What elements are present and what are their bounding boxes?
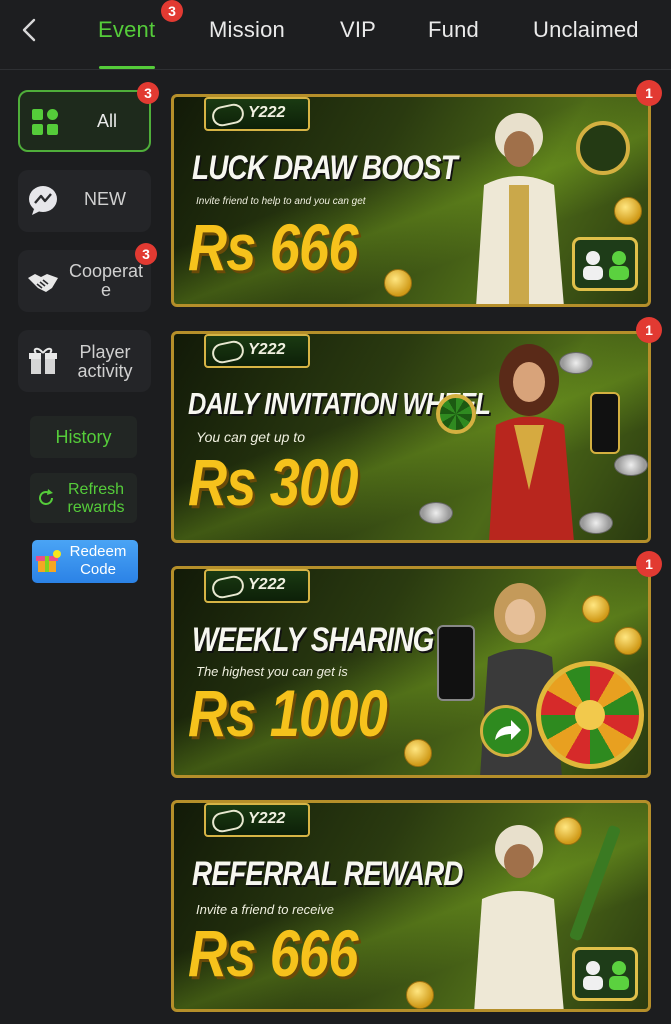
tab-mission[interactable]: Mission (209, 17, 285, 43)
brand-name: Y222 (248, 810, 286, 827)
banner-daily-invitation-wheel[interactable]: Y222 DAILY INVITATION WHEEL You can get … (171, 331, 651, 543)
coin-icon (554, 817, 582, 845)
sidebar-cooperate-badge: 3 (135, 243, 157, 265)
sidebar-all-badge: 3 (137, 82, 159, 104)
chip-icon (419, 502, 453, 524)
character-illustration (464, 107, 574, 304)
wheel-icon (436, 394, 476, 434)
refresh-icon (36, 488, 56, 508)
brand-logo: Y222 (204, 803, 310, 837)
banner-title: WEEKLY SHARING (192, 621, 434, 659)
grid-icon (28, 105, 62, 139)
logo-swoosh (210, 573, 246, 601)
sidebar-item-cooperate[interactable]: Cooperat e (18, 250, 151, 312)
tab-event-badge: 3 (161, 0, 183, 22)
banner-amount: Rs 666 (188, 916, 358, 990)
refresh-rewards-label: Refresh rewards (67, 481, 125, 516)
coin-icon (404, 739, 432, 767)
coin-icon (406, 981, 434, 1009)
gift-box-icon (35, 548, 63, 576)
messenger-icon (26, 183, 60, 217)
back-chevron-icon[interactable] (16, 14, 44, 46)
tab-event[interactable]: Event (98, 17, 155, 43)
logo-swoosh (210, 101, 246, 129)
history-button[interactable]: History (30, 416, 137, 458)
tab-vip[interactable]: VIP (340, 17, 376, 43)
brand-logo: Y222 (204, 569, 310, 603)
chip-icon (559, 352, 593, 374)
logo-swoosh (210, 807, 246, 835)
sidebar-item-label: Cooperat e (68, 261, 144, 300)
banner-badge: 1 (636, 551, 662, 577)
coin-icon (582, 595, 610, 623)
coin-icon (384, 269, 412, 297)
spin-wheel-icon (536, 661, 644, 769)
share-arrow-icon[interactable] (480, 705, 532, 757)
sidebar-item-new[interactable]: NEW (18, 170, 151, 232)
invite-friend-icon[interactable] (572, 237, 638, 291)
tab-fund[interactable]: Fund (428, 17, 479, 43)
brand-logo: Y222 (204, 97, 310, 131)
stopwatch-icon (576, 121, 630, 175)
chip-icon (614, 454, 648, 476)
sidebar-item-player-activity[interactable]: Player activity (18, 330, 151, 392)
banner-title: LUCK DRAW BOOST (192, 149, 458, 187)
brand-logo: Y222 (204, 334, 310, 368)
brand-name: Y222 (248, 341, 286, 358)
chip-icon (579, 512, 613, 534)
refresh-rewards-button[interactable]: Refresh rewards (30, 473, 137, 523)
banner-luck-draw-boost[interactable]: Y222 LUCK DRAW BOOST Invite friend to he… (171, 94, 651, 307)
handshake-icon (26, 264, 60, 298)
sidebar-item-all[interactable]: All (18, 90, 151, 152)
banner-badge: 1 (636, 317, 662, 343)
brand-name: Y222 (248, 576, 286, 593)
banner-amount: Rs 666 (188, 210, 358, 284)
banner-weekly-sharing[interactable]: Y222 WEEKLY SHARING The highest you can … (171, 566, 651, 778)
banner-subtitle: You can get up to (196, 429, 305, 445)
sidebar-item-label: All (96, 111, 117, 131)
banner-amount: Rs 1000 (188, 676, 388, 750)
coin-icon (614, 197, 642, 225)
banner-referral-reward[interactable]: Y222 REFERRAL REWARD Invite a friend to … (171, 800, 651, 1012)
banner-badge: 1 (636, 80, 662, 106)
logo-swoosh (210, 338, 246, 366)
tab-unclaimed[interactable]: Unclaimed (533, 17, 639, 43)
redeem-code-button[interactable]: Redeem Code (32, 540, 138, 583)
banner-amount: Rs 300 (188, 445, 358, 519)
gift-icon (26, 344, 60, 378)
phone-icon (590, 392, 620, 454)
banner-subtitle: Invite friend to help to and you can get (196, 196, 366, 207)
active-tab-indicator (99, 66, 155, 69)
brand-name: Y222 (248, 104, 286, 121)
coin-icon (614, 627, 642, 655)
invite-friend-icon[interactable] (572, 947, 638, 1001)
top-tab-bar: Event 3 Mission VIP Fund Unclaimed (0, 0, 671, 70)
banner-title: REFERRAL REWARD (192, 855, 463, 893)
redeem-code-label: Redeem Code (69, 543, 127, 578)
sidebar-item-label: NEW (84, 189, 126, 209)
spin-center (575, 700, 605, 730)
sidebar-item-label: Player activity (77, 342, 133, 381)
